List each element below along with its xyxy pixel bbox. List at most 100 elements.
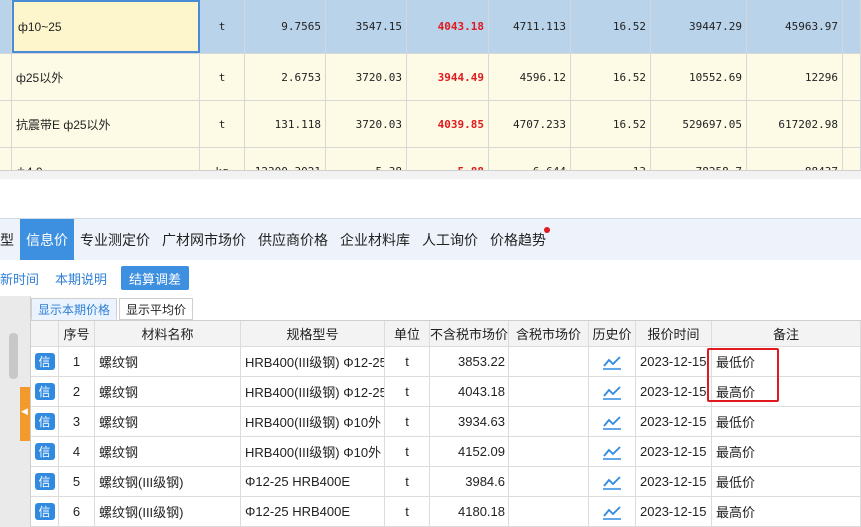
price-cell-highlight[interactable]: 4039.85 bbox=[407, 101, 489, 147]
spec-cell[interactable]: HRB400(III级钢) Φ12-25 bbox=[241, 377, 385, 406]
amount-cell[interactable]: 45963.97 bbox=[747, 0, 843, 53]
incl-tax-price-cell[interactable] bbox=[509, 437, 589, 466]
excl-tax-price-cell[interactable]: 3853.22 bbox=[430, 347, 509, 376]
qty-cell[interactable]: 2.6753 bbox=[245, 54, 326, 100]
qty-cell[interactable]: 9.7565 bbox=[245, 0, 326, 53]
quote-time-cell[interactable]: 2023-12-15 bbox=[636, 407, 712, 436]
rate-cell[interactable]: 16.52 bbox=[571, 101, 651, 147]
tab-show-current-price[interactable]: 显示本期价格 bbox=[31, 298, 118, 320]
amount-cell[interactable]: 39447.29 bbox=[651, 0, 747, 53]
header-spec[interactable]: 规格型号 bbox=[241, 321, 385, 346]
collapse-handle[interactable]: ◀ bbox=[20, 387, 30, 441]
price-cell[interactable]: 5.38 bbox=[326, 148, 407, 170]
unit-cell[interactable]: t bbox=[385, 437, 430, 466]
trend-chart-icon[interactable] bbox=[602, 504, 622, 520]
trend-chart-icon[interactable] bbox=[602, 474, 622, 490]
history-price-cell[interactable] bbox=[589, 377, 636, 406]
table-row[interactable]: 信 6 螺纹钢(III级钢) Φ12-25 HRB400E t 4180.18 2023-1… bbox=[31, 497, 861, 527]
rate-cell[interactable]: 16.52 bbox=[571, 54, 651, 100]
material-name-cell[interactable]: ф25以外 bbox=[12, 54, 200, 100]
history-price-cell[interactable] bbox=[589, 347, 636, 376]
quote-time-cell[interactable]: 2023-12-15 bbox=[636, 467, 712, 496]
spec-cell[interactable]: Φ12-25 HRB400E bbox=[241, 497, 385, 526]
seq-cell[interactable]: 2 bbox=[59, 377, 95, 406]
amount-cell[interactable]: 12296 bbox=[747, 54, 843, 100]
trend-chart-icon[interactable] bbox=[602, 384, 622, 400]
price-cell[interactable]: 4596.12 bbox=[489, 54, 571, 100]
excl-tax-price-cell[interactable]: 4180.18 bbox=[430, 497, 509, 526]
unit-cell[interactable]: t bbox=[385, 377, 430, 406]
unit-cell[interactable]: t bbox=[200, 0, 245, 53]
incl-tax-price-cell[interactable] bbox=[509, 377, 589, 406]
period-notes-link[interactable]: 本期说明 bbox=[47, 266, 115, 290]
spec-cell[interactable]: HRB400(III级钢) Φ12-25 bbox=[241, 347, 385, 376]
material-name-cell[interactable]: ф4.0 bbox=[12, 148, 200, 170]
qty-cell[interactable]: 131.118 bbox=[245, 101, 326, 147]
material-name-cell[interactable]: 螺纹钢(III级钢) bbox=[95, 497, 241, 526]
material-name-cell[interactable]: 螺纹钢 bbox=[95, 347, 241, 376]
excl-tax-price-cell[interactable]: 4152.09 bbox=[430, 437, 509, 466]
sidebar-scrollbar[interactable] bbox=[9, 333, 18, 379]
info-badge[interactable]: 信 bbox=[34, 473, 55, 490]
table-row[interactable]: 信 4 螺纹钢 HRB400(III级钢) Φ10外 t 4152.09 2023-12-1… bbox=[31, 437, 861, 467]
info-badge-cell[interactable]: 信 bbox=[31, 437, 59, 466]
tab-show-average-price[interactable]: 显示平均价 bbox=[119, 298, 194, 320]
trend-chart-icon[interactable] bbox=[602, 444, 622, 460]
table-row[interactable]: 信 3 螺纹钢 HRB400(III级钢) Φ10外 t 3934.63 2023-12-1… bbox=[31, 407, 861, 437]
history-price-cell[interactable] bbox=[589, 497, 636, 526]
seq-cell[interactable]: 3 bbox=[59, 407, 95, 436]
quote-time-cell[interactable]: 2023-12-15 bbox=[636, 377, 712, 406]
unit-cell[interactable]: t bbox=[200, 101, 245, 147]
spec-cell[interactable]: Φ12-25 HRB400E bbox=[241, 467, 385, 496]
seq-cell[interactable]: 5 bbox=[59, 467, 95, 496]
price-cell[interactable]: 3547.15 bbox=[326, 0, 407, 53]
incl-tax-price-cell[interactable] bbox=[509, 347, 589, 376]
amount-cell[interactable]: 78258.7 bbox=[651, 148, 747, 170]
amount-cell[interactable]: 529697.05 bbox=[651, 101, 747, 147]
material-name-cell[interactable]: ф10~25 bbox=[12, 0, 200, 53]
info-badge-cell[interactable]: 信 bbox=[31, 407, 59, 436]
quote-time-cell[interactable]: 2023-12-15 bbox=[636, 347, 712, 376]
rate-cell[interactable]: 16.52 bbox=[571, 0, 651, 53]
amount-cell[interactable]: 88437 bbox=[747, 148, 843, 170]
price-cell-highlight[interactable]: 4043.18 bbox=[407, 0, 489, 53]
header-note[interactable]: 备注 bbox=[712, 321, 861, 346]
info-badge[interactable]: 信 bbox=[34, 353, 55, 370]
amount-cell[interactable]: 617202.98 bbox=[747, 101, 843, 147]
quote-time-cell[interactable]: 2023-12-15 bbox=[636, 437, 712, 466]
material-name-cell[interactable]: 螺纹钢 bbox=[95, 407, 241, 436]
note-cell[interactable]: 最高价 bbox=[712, 437, 861, 466]
top-row[interactable]: ф4.0 kg 12300.3021 5.38 5.88 6.644 13 78… bbox=[0, 148, 861, 170]
note-cell[interactable]: 最低价 bbox=[712, 467, 861, 496]
incl-tax-price-cell[interactable] bbox=[509, 467, 589, 496]
excl-tax-price-cell[interactable]: 3984.6 bbox=[430, 467, 509, 496]
history-price-cell[interactable] bbox=[589, 467, 636, 496]
trend-chart-icon[interactable] bbox=[602, 354, 622, 370]
info-badge[interactable]: 信 bbox=[34, 443, 55, 460]
spec-cell[interactable]: HRB400(III级钢) Φ10外 bbox=[241, 407, 385, 436]
price-cell[interactable]: 4711.113 bbox=[489, 0, 571, 53]
unit-cell[interactable]: t bbox=[385, 407, 430, 436]
header-excl-tax[interactable]: 不含税市场价 bbox=[430, 321, 509, 346]
tab-enterprise-library[interactable]: 企业材料库 bbox=[334, 219, 416, 260]
spec-cell[interactable]: HRB400(III级钢) Φ10外 bbox=[241, 437, 385, 466]
excl-tax-price-cell[interactable]: 4043.18 bbox=[430, 377, 509, 406]
info-badge[interactable]: 信 bbox=[34, 383, 55, 400]
settlement-adjust-button[interactable]: 结算调差 bbox=[121, 266, 190, 290]
price-cell-highlight[interactable]: 5.88 bbox=[407, 148, 489, 170]
header-name[interactable]: 材料名称 bbox=[95, 321, 241, 346]
info-badge-cell[interactable]: 信 bbox=[31, 377, 59, 406]
header-history[interactable]: 历史价 bbox=[589, 321, 636, 346]
material-name-cell[interactable]: 螺纹钢 bbox=[95, 437, 241, 466]
amount-cell[interactable]: 10552.69 bbox=[651, 54, 747, 100]
header-seq[interactable]: 序号 bbox=[59, 321, 95, 346]
info-badge[interactable]: 信 bbox=[34, 503, 55, 520]
header-quote-time[interactable]: 报价时间 bbox=[636, 321, 712, 346]
excl-tax-price-cell[interactable]: 3934.63 bbox=[430, 407, 509, 436]
unit-cell[interactable]: t bbox=[385, 467, 430, 496]
top-row[interactable]: ф25以外 t 2.6753 3720.03 3944.49 4596.12 1… bbox=[0, 54, 861, 101]
note-cell[interactable]: 最高价 bbox=[712, 497, 861, 526]
tab-type[interactable]: 型 bbox=[0, 219, 20, 260]
price-cell-highlight[interactable]: 3944.49 bbox=[407, 54, 489, 100]
tab-professional-price[interactable]: 专业测定价 bbox=[74, 219, 156, 260]
